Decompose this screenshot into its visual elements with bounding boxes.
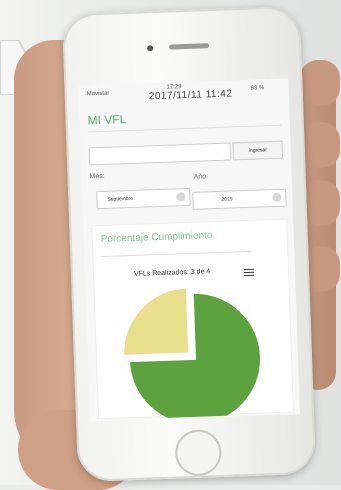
year-value: 2019 (221, 196, 233, 203)
month-label: Mes: (89, 172, 105, 181)
pie-slice-2 (122, 286, 191, 357)
battery-text: 83 % (250, 85, 265, 92)
login-row: Ingresar (88, 140, 284, 166)
front-camera (147, 45, 154, 52)
finger-1 (300, 60, 340, 106)
pie-chart (122, 286, 262, 420)
year-select[interactable]: 2019 (192, 188, 287, 210)
date-overlay: 2017/11/11 11:42 (148, 88, 233, 103)
summary-text: VFLs Realizados: 3 de 4 (133, 268, 211, 278)
section-divider (101, 250, 252, 258)
section-title: Porcentaje Cumplimiento (100, 230, 213, 246)
phone-screen: Movistar 17:29 2017/11/11 11:42 83 % MI … (78, 78, 301, 422)
user-input[interactable] (88, 142, 232, 166)
year-label: Año: (193, 173, 209, 181)
chevron-down-icon (272, 192, 282, 203)
chevron-down-icon (176, 192, 186, 202)
login-button[interactable]: Ingresar (232, 140, 284, 161)
speaker (169, 43, 210, 50)
status-bar: Movistar 17:29 2017/11/11 11:42 83 % (78, 78, 289, 105)
compliance-card: Porcentaje Cumplimiento VFLs Realizados:… (91, 218, 294, 420)
smartphone: Movistar 17:29 2017/11/11 11:42 83 % MI … (61, 5, 317, 483)
menu-icon[interactable] (243, 267, 255, 277)
app-title: MI VFL (87, 112, 127, 128)
month-select[interactable]: Septiembre (96, 187, 191, 210)
home-button[interactable] (174, 429, 223, 477)
carrier-text: Movistar (86, 90, 110, 98)
month-value: Septiembre (107, 195, 134, 203)
finger-2 (300, 122, 340, 168)
